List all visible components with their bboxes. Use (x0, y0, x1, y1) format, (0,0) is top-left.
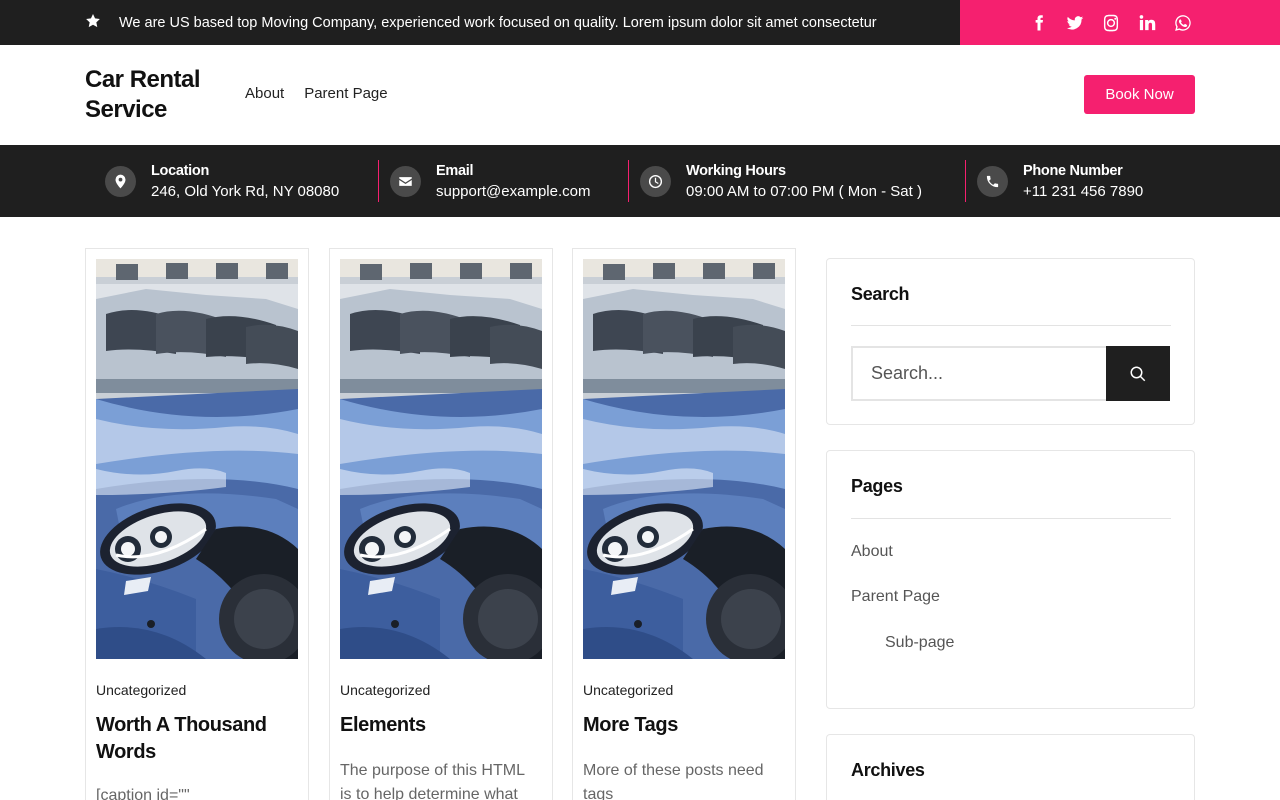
linkedin-icon[interactable] (1138, 14, 1156, 32)
facebook-icon[interactable] (1030, 14, 1048, 32)
location-value: 246, Old York Rd, NY 08080 (151, 182, 340, 200)
post-title[interactable]: Worth A Thousand Words (96, 712, 296, 766)
hours-label: Working Hours (686, 162, 786, 179)
email-value[interactable]: support@example.com (436, 181, 590, 202)
envelope-icon (390, 165, 421, 197)
widget-divider (851, 518, 1171, 519)
map-pin-icon (105, 165, 136, 197)
post-excerpt: [caption id="" (96, 787, 190, 800)
star-icon (85, 13, 101, 33)
post-card: Uncategorized Worth A Thousand Words [ca… (85, 248, 309, 800)
post-category[interactable]: Uncategorized (96, 682, 186, 698)
divider (628, 160, 629, 202)
divider (965, 160, 966, 202)
site-title[interactable]: Car Rental Service (85, 65, 225, 125)
social-links (960, 0, 1280, 45)
twitter-icon[interactable] (1066, 14, 1084, 32)
widget-title: Pages (851, 476, 903, 496)
widget-title: Archives (851, 760, 925, 780)
top-bar: We are US based top Moving Company, expe… (0, 0, 1280, 45)
post-title[interactable]: More Tags (583, 712, 783, 739)
post-title[interactable]: Elements (340, 712, 540, 739)
whatsapp-icon[interactable] (1174, 14, 1192, 32)
post-card: Uncategorized Elements The purpose of th… (329, 248, 553, 800)
nav-parent-page[interactable]: Parent Page (304, 85, 387, 102)
post-excerpt: More of these posts need tags (583, 762, 764, 800)
book-now-button[interactable]: Book Now (1084, 75, 1195, 114)
instagram-icon[interactable] (1102, 14, 1120, 32)
page-link-parent-page[interactable]: Parent Page (851, 588, 940, 606)
clock-icon (640, 165, 671, 197)
search-input[interactable] (851, 346, 1107, 401)
phone-label: Phone Number (1023, 162, 1123, 179)
post-thumbnail[interactable] (583, 259, 785, 659)
pages-widget: Pages About Parent Page Sub-page (826, 450, 1195, 709)
widget-divider (851, 325, 1171, 326)
notice-text: We are US based top Moving Company, expe… (119, 14, 877, 31)
search-icon (1130, 366, 1146, 381)
phone-value[interactable]: +11 231 456 7890 (1023, 181, 1143, 202)
post-category[interactable]: Uncategorized (340, 682, 430, 698)
location-label: Location (151, 162, 210, 179)
page-link-sub-page[interactable]: Sub-page (885, 634, 954, 652)
post-category[interactable]: Uncategorized (583, 682, 673, 698)
post-thumbnail[interactable] (96, 259, 298, 659)
divider (378, 160, 379, 202)
post-thumbnail[interactable] (340, 259, 542, 659)
hours-value: 09:00 AM to 07:00 PM ( Mon - Sat ) (686, 182, 922, 200)
phone-info: Phone Number +11 231 456 7890 (977, 159, 1143, 203)
top-notice: We are US based top Moving Company, expe… (85, 0, 877, 45)
post-card: Uncategorized More Tags More of these po… (572, 248, 796, 800)
widget-title: Search (851, 284, 910, 304)
page-link-about[interactable]: About (851, 543, 893, 561)
hours-info: Working Hours 09:00 AM to 07:00 PM ( Mon… (640, 159, 922, 203)
site-header: Car Rental Service About Parent Page Boo… (0, 45, 1280, 145)
search-widget: Search (826, 258, 1195, 425)
contact-info-bar: Location 246, Old York Rd, NY 08080 Emai… (0, 145, 1280, 217)
nav-about[interactable]: About (245, 85, 284, 102)
phone-icon (977, 165, 1008, 197)
location-info: Location 246, Old York Rd, NY 08080 (105, 159, 339, 203)
email-info: Email support@example.com (390, 159, 590, 203)
email-label: Email (436, 162, 474, 179)
main-nav: About Parent Page (245, 85, 388, 102)
archives-widget: Archives (826, 734, 1195, 800)
search-button[interactable] (1106, 346, 1170, 401)
post-excerpt: The purpose of this HTML is to help dete… (340, 762, 525, 800)
